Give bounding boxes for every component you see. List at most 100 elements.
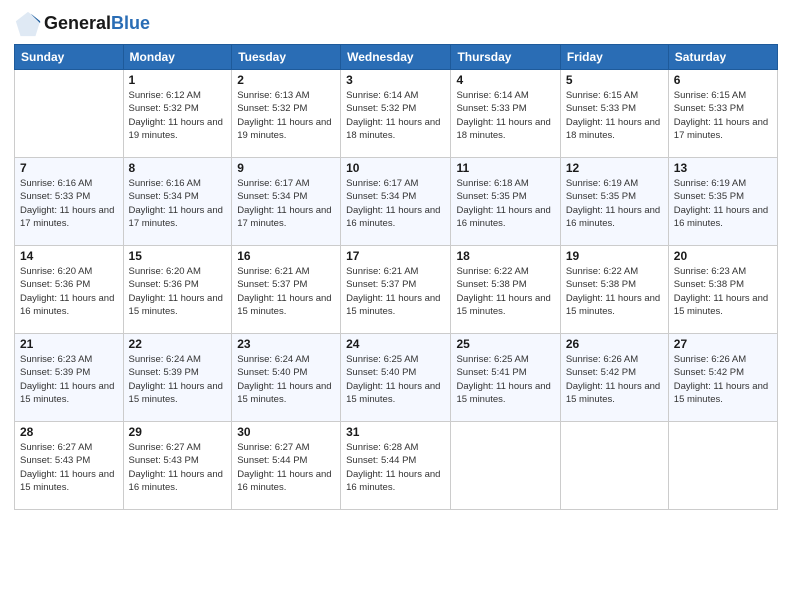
day-cell: 21 Sunrise: 6:23 AMSunset: 5:39 PMDayligh… — [15, 334, 124, 422]
day-number: 4 — [456, 73, 554, 87]
day-cell: 31 Sunrise: 6:28 AMSunset: 5:44 PMDayligh… — [341, 422, 451, 510]
day-number: 22 — [129, 337, 227, 351]
day-cell: 4 Sunrise: 6:14 AMSunset: 5:33 PMDaylight… — [451, 70, 560, 158]
day-info: Sunrise: 6:22 AMSunset: 5:38 PMDaylight:… — [456, 265, 554, 318]
day-cell: 7Sunrise: 6:16 AMSunset: 5:33 PMDaylight… — [15, 158, 124, 246]
day-info: Sunrise: 6:18 AMSunset: 5:35 PMDaylight:… — [456, 177, 554, 230]
day-info: Sunrise: 6:27 AMSunset: 5:43 PMDaylight:… — [129, 441, 227, 494]
day-cell: 3 Sunrise: 6:14 AMSunset: 5:32 PMDaylight… — [341, 70, 451, 158]
day-number: 26 — [566, 337, 663, 351]
day-info: Sunrise: 6:23 AMSunset: 5:39 PMDaylight:… — [20, 353, 118, 406]
day-cell: 6 Sunrise: 6:15 AMSunset: 5:33 PMDaylight… — [668, 70, 777, 158]
day-info: Sunrise: 6:28 AMSunset: 5:44 PMDaylight:… — [346, 441, 445, 494]
day-info: Sunrise: 6:25 AMSunset: 5:40 PMDaylight:… — [346, 353, 445, 406]
day-cell: 23 Sunrise: 6:24 AMSunset: 5:40 PMDayligh… — [232, 334, 341, 422]
day-number: 27 — [674, 337, 772, 351]
day-info: Sunrise: 6:22 AMSunset: 5:38 PMDaylight:… — [566, 265, 663, 318]
day-number: 10 — [346, 161, 445, 175]
header: GeneralBlue — [14, 10, 778, 38]
day-info: Sunrise: 6:26 AMSunset: 5:42 PMDaylight:… — [674, 353, 772, 406]
day-info: Sunrise: 6:20 AMSunset: 5:36 PMDaylight:… — [129, 265, 227, 318]
day-cell: 2Sunrise: 6:13 AMSunset: 5:32 PMDaylight… — [232, 70, 341, 158]
day-number: 14 — [20, 249, 118, 263]
day-cell — [560, 422, 668, 510]
day-info: Sunrise: 6:14 AMSunset: 5:33 PMDaylight:… — [456, 89, 554, 142]
day-info: Sunrise: 6:16 AMSunset: 5:34 PMDaylight:… — [129, 177, 227, 230]
day-info: Sunrise: 6:19 AMSunset: 5:35 PMDaylight:… — [674, 177, 772, 230]
day-info: Sunrise: 6:24 AMSunset: 5:40 PMDaylight:… — [237, 353, 335, 406]
day-number: 13 — [674, 161, 772, 175]
day-number: 2 — [237, 73, 335, 87]
day-number: 11 — [456, 161, 554, 175]
day-info: Sunrise: 6:27 AMSunset: 5:44 PMDaylight:… — [237, 441, 335, 494]
page: GeneralBlue SundayMondayTuesdayWednesday… — [0, 0, 792, 612]
logo-text: GeneralBlue — [44, 14, 150, 34]
day-info: Sunrise: 6:21 AMSunset: 5:37 PMDaylight:… — [237, 265, 335, 318]
day-cell: 18 Sunrise: 6:22 AMSunset: 5:38 PMDayligh… — [451, 246, 560, 334]
header-row: SundayMondayTuesdayWednesdayThursdayFrid… — [15, 45, 778, 70]
day-number: 20 — [674, 249, 772, 263]
day-number: 6 — [674, 73, 772, 87]
day-info: Sunrise: 6:21 AMSunset: 5:37 PMDaylight:… — [346, 265, 445, 318]
header-cell-thursday: Thursday — [451, 45, 560, 70]
day-info: Sunrise: 6:24 AMSunset: 5:39 PMDaylight:… — [129, 353, 227, 406]
week-row-5: 28 Sunrise: 6:27 AMSunset: 5:43 PMDayligh… — [15, 422, 778, 510]
day-info: Sunrise: 6:26 AMSunset: 5:42 PMDaylight:… — [566, 353, 663, 406]
week-row-2: 7Sunrise: 6:16 AMSunset: 5:33 PMDaylight… — [15, 158, 778, 246]
day-number: 30 — [237, 425, 335, 439]
day-number: 24 — [346, 337, 445, 351]
day-cell: 24 Sunrise: 6:25 AMSunset: 5:40 PMDayligh… — [341, 334, 451, 422]
day-cell: 11 Sunrise: 6:18 AMSunset: 5:35 PMDayligh… — [451, 158, 560, 246]
day-info: Sunrise: 6:23 AMSunset: 5:38 PMDaylight:… — [674, 265, 772, 318]
logo-icon — [14, 10, 42, 38]
day-number: 3 — [346, 73, 445, 87]
week-row-3: 14 Sunrise: 6:20 AMSunset: 5:36 PMDayligh… — [15, 246, 778, 334]
day-cell: 8 Sunrise: 6:16 AMSunset: 5:34 PMDaylight… — [123, 158, 232, 246]
day-cell: 27 Sunrise: 6:26 AMSunset: 5:42 PMDayligh… — [668, 334, 777, 422]
day-cell: 19 Sunrise: 6:22 AMSunset: 5:38 PMDayligh… — [560, 246, 668, 334]
day-cell: 15 Sunrise: 6:20 AMSunset: 5:36 PMDayligh… — [123, 246, 232, 334]
day-cell — [668, 422, 777, 510]
day-number: 7 — [20, 161, 118, 175]
day-info: Sunrise: 6:25 AMSunset: 5:41 PMDaylight:… — [456, 353, 554, 406]
day-cell: 30 Sunrise: 6:27 AMSunset: 5:44 PMDayligh… — [232, 422, 341, 510]
day-cell: 12Sunrise: 6:19 AMSunset: 5:35 PMDayligh… — [560, 158, 668, 246]
logo: GeneralBlue — [14, 10, 150, 38]
day-cell: 13 Sunrise: 6:19 AMSunset: 5:35 PMDayligh… — [668, 158, 777, 246]
header-cell-saturday: Saturday — [668, 45, 777, 70]
day-number: 28 — [20, 425, 118, 439]
day-number: 5 — [566, 73, 663, 87]
day-info: Sunrise: 6:12 AMSunset: 5:32 PMDaylight:… — [129, 89, 227, 142]
week-row-1: 1 Sunrise: 6:12 AMSunset: 5:32 PMDaylight… — [15, 70, 778, 158]
day-number: 31 — [346, 425, 445, 439]
day-number: 15 — [129, 249, 227, 263]
day-cell — [15, 70, 124, 158]
day-info: Sunrise: 6:20 AMSunset: 5:36 PMDaylight:… — [20, 265, 118, 318]
day-number: 8 — [129, 161, 227, 175]
day-number: 17 — [346, 249, 445, 263]
header-cell-wednesday: Wednesday — [341, 45, 451, 70]
day-number: 18 — [456, 249, 554, 263]
week-row-4: 21 Sunrise: 6:23 AMSunset: 5:39 PMDayligh… — [15, 334, 778, 422]
header-cell-tuesday: Tuesday — [232, 45, 341, 70]
header-cell-monday: Monday — [123, 45, 232, 70]
day-cell: 5Sunrise: 6:15 AMSunset: 5:33 PMDaylight… — [560, 70, 668, 158]
day-cell — [451, 422, 560, 510]
day-number: 19 — [566, 249, 663, 263]
day-number: 29 — [129, 425, 227, 439]
day-cell: 9Sunrise: 6:17 AMSunset: 5:34 PMDaylight… — [232, 158, 341, 246]
day-number: 1 — [129, 73, 227, 87]
day-info: Sunrise: 6:17 AMSunset: 5:34 PMDaylight:… — [237, 177, 335, 230]
day-cell: 20 Sunrise: 6:23 AMSunset: 5:38 PMDayligh… — [668, 246, 777, 334]
day-number: 21 — [20, 337, 118, 351]
day-cell: 1 Sunrise: 6:12 AMSunset: 5:32 PMDaylight… — [123, 70, 232, 158]
day-info: Sunrise: 6:17 AMSunset: 5:34 PMDaylight:… — [346, 177, 445, 230]
day-info: Sunrise: 6:14 AMSunset: 5:32 PMDaylight:… — [346, 89, 445, 142]
day-number: 16 — [237, 249, 335, 263]
day-cell: 26 Sunrise: 6:26 AMSunset: 5:42 PMDayligh… — [560, 334, 668, 422]
day-info: Sunrise: 6:27 AMSunset: 5:43 PMDaylight:… — [20, 441, 118, 494]
day-info: Sunrise: 6:15 AMSunset: 5:33 PMDaylight:… — [674, 89, 772, 142]
day-cell: 17 Sunrise: 6:21 AMSunset: 5:37 PMDayligh… — [341, 246, 451, 334]
day-number: 23 — [237, 337, 335, 351]
day-cell: 10 Sunrise: 6:17 AMSunset: 5:34 PMDayligh… — [341, 158, 451, 246]
